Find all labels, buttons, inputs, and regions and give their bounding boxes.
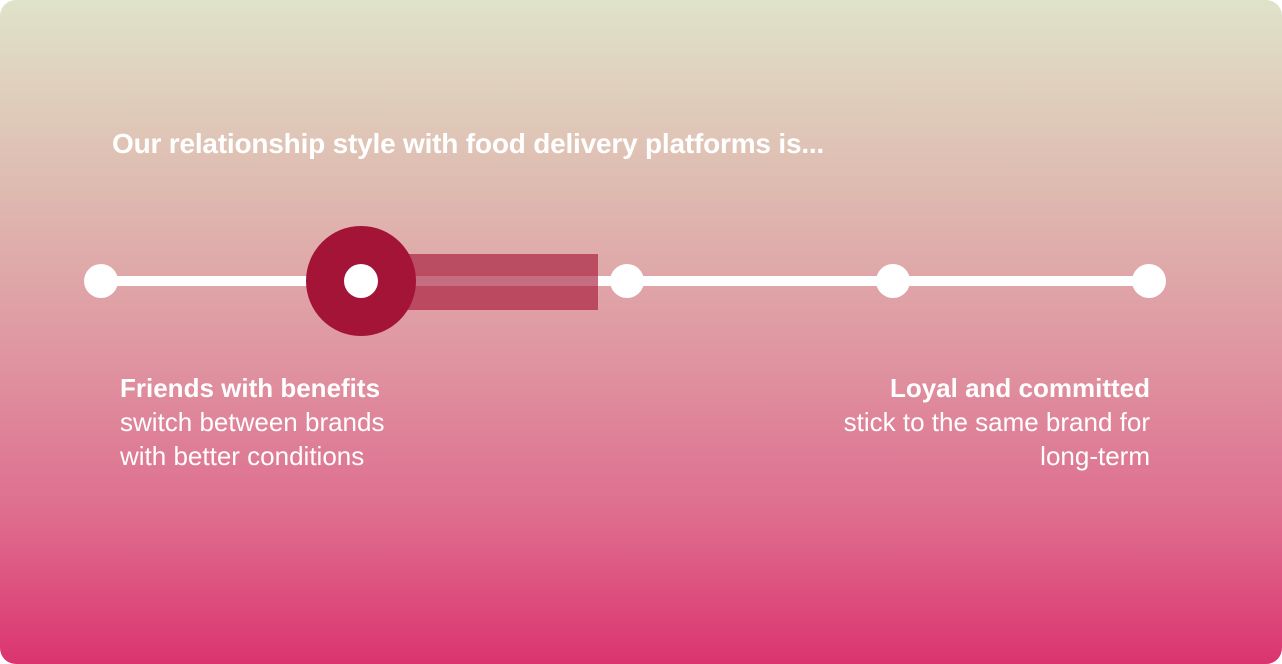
right-pole-title: Loyal and committed (889, 373, 1150, 403)
slider-step-1[interactable] (84, 264, 118, 298)
question-text: Our relationship style with food deliver… (112, 128, 825, 159)
slider-step-4[interactable] (876, 264, 910, 298)
left-pole-title: Friends with benefits (120, 373, 381, 403)
right-pole-label: Loyal and committed stick to the same br… (810, 371, 1150, 473)
survey-card: Our relationship style with food deliver… (0, 0, 1282, 664)
left-pole-description: switch between brands with better condit… (120, 407, 385, 471)
slider-step-3[interactable] (610, 264, 644, 298)
right-pole-description: stick to the same brand for long-term (843, 407, 1150, 471)
left-pole-label: Friends with benefits switch between bra… (120, 371, 420, 473)
slider-handle-icon (344, 264, 378, 298)
slider-handle[interactable] (306, 226, 416, 336)
slider-step-5[interactable] (1132, 264, 1166, 298)
